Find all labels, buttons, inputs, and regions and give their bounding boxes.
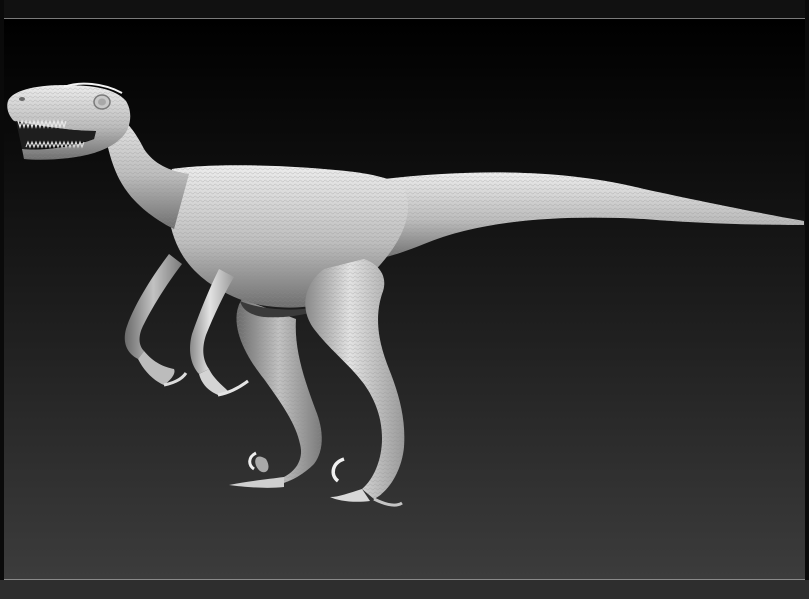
raptor-model[interactable] [4,19,805,579]
far-leg [229,299,322,488]
near-leg [305,259,405,507]
tail [376,172,804,259]
frame-edge-right [805,0,809,599]
bottom-bar [0,580,809,599]
far-arm [124,254,188,387]
3d-viewport[interactable] [4,19,805,579]
app-frame [0,0,809,599]
